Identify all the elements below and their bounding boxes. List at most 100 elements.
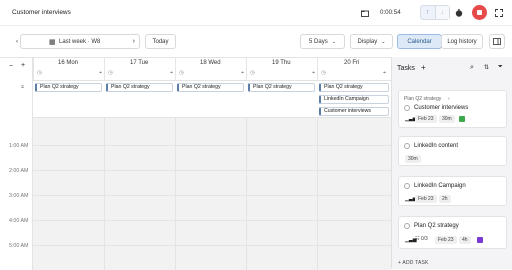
tasks-title: Tasks <box>397 65 415 72</box>
minus-icon[interactable]: − <box>9 63 13 70</box>
tag-icon: ⌖ <box>170 70 174 76</box>
today-button[interactable]: Today <box>145 34 176 49</box>
task-title: Plan Q2 strategy <box>414 223 459 229</box>
time-gutter: − + ⌅ <box>0 58 33 270</box>
arrow-down-icon[interactable]: ↓ <box>434 6 449 19</box>
view-days-select[interactable]: 5 Days ⌄ <box>300 34 345 49</box>
day-header: 20 Fri <box>344 60 360 66</box>
expand-icon[interactable] <box>493 6 505 20</box>
plus-icon[interactable]: + <box>21 62 25 69</box>
timer-icon[interactable] <box>453 6 465 20</box>
stop-record-button[interactable] <box>472 5 487 20</box>
duration-badge[interactable]: 4h <box>459 236 471 244</box>
task-card[interactable]: Plan Q2 strategy › Customer interviews ▁… <box>398 90 507 128</box>
hour-line <box>33 220 391 221</box>
tag-icon <box>459 116 465 122</box>
task-card[interactable]: LinkedIn Campaign ▁▃▅ Feb 23 2h <box>398 176 507 206</box>
day-header: 18 Wed <box>200 60 221 66</box>
task-checkbox[interactable] <box>404 183 410 189</box>
folder-icon[interactable] <box>359 6 371 20</box>
sort-icon[interactable]: ⇅ <box>484 64 489 71</box>
due-date-badge[interactable]: Feb 23 <box>415 115 437 123</box>
next-week-icon[interactable]: › <box>133 38 135 45</box>
collapse-icon[interactable]: ⌅ <box>20 83 25 90</box>
calendar-icon: ▦ <box>49 39 56 46</box>
tag-icon: ⌖ <box>241 70 245 76</box>
tag-icon: ⌖ <box>99 70 103 76</box>
display-select[interactable]: Display ⌄ <box>350 34 393 49</box>
event-chip[interactable]: Plan Q2 strategy <box>248 83 315 92</box>
event-chip[interactable]: Plan Q2 strategy <box>177 83 244 92</box>
hour-line <box>33 170 391 171</box>
tab-log-history[interactable]: Log history <box>441 34 483 49</box>
task-card[interactable]: Plan Q2 strategy ▁▃▅ ☷ 0/3 Feb 23 4h <box>398 216 507 249</box>
duration-badge[interactable]: 30m <box>439 115 455 123</box>
display-label: Display <box>357 38 378 45</box>
due-date-badge[interactable]: Feb 23 <box>435 236 457 244</box>
chevron-right-icon: › <box>448 96 450 102</box>
filter-icon[interactable]: ⏷ <box>498 64 503 71</box>
hour-line <box>33 145 391 146</box>
chevron-down-icon: ⌄ <box>381 38 386 45</box>
title-bar: Customer interviews 0:00:54 ↑ ↓ <box>0 0 512 26</box>
event-chip[interactable]: Plan Q2 strategy <box>35 83 102 92</box>
all-day-row: Plan Q2 strategy Plan Q2 strategy Plan Q… <box>33 80 391 118</box>
timer-display: 0:00:54 <box>380 9 401 16</box>
tag-icon <box>477 237 483 243</box>
hour-label: 1:00 AM <box>9 143 29 149</box>
hour-line <box>33 195 391 196</box>
app-title: Customer interviews <box>12 9 71 16</box>
day-header: 19 Thu <box>272 60 291 66</box>
due-date-badge[interactable]: Feb 23 <box>415 195 437 203</box>
search-icon[interactable]: ⌕ <box>470 64 474 72</box>
event-chip[interactable]: Plan Q2 strategy <box>319 83 389 92</box>
task-title: LinkedIn Campaign <box>414 183 466 189</box>
timer-icon: ◷ <box>179 70 184 76</box>
date-range-label: Last week · W8 <box>59 39 101 45</box>
parent-task-label: Plan Q2 strategy <box>404 96 442 102</box>
tasks-panel: Tasks + ⌕ ⇅ ⏷ Plan Q2 strategy › Custome… <box>391 57 512 269</box>
hour-grid[interactable] <box>33 118 391 270</box>
add-task-button[interactable]: + ADD TASK <box>398 260 429 266</box>
calendar-grid: − + ⌅ 16 Mon 17 Tue 18 Wed 19 Thu 20 Fri… <box>0 57 391 270</box>
column-divider <box>246 118 247 270</box>
subtasks-icon: ☷ <box>415 236 420 242</box>
task-checkbox[interactable] <box>404 223 410 229</box>
view-days-label: 5 Days <box>309 38 328 45</box>
duration-badge[interactable]: 30m <box>405 155 421 163</box>
hour-label: 3:00 AM <box>9 193 29 199</box>
date-range-picker[interactable]: ▦ Last week · W8 › <box>20 34 140 49</box>
stop-icon <box>477 10 482 15</box>
hour-line <box>33 245 391 246</box>
day-header: 16 Mon <box>58 60 79 66</box>
tag-icon: ⌖ <box>383 70 387 76</box>
event-chip[interactable]: LinkedIn Campaign <box>319 95 389 104</box>
task-card[interactable]: LinkedIn content 30m <box>398 136 507 166</box>
event-chip[interactable]: Customer interviews <box>319 107 389 116</box>
hour-label: 2:00 AM <box>9 168 29 174</box>
column-divider <box>104 118 105 270</box>
tab-calendar[interactable]: Calendar <box>397 34 442 49</box>
hour-label: 5:00 AM <box>9 243 29 249</box>
task-title: Customer interviews <box>414 105 469 111</box>
timer-icon: ◷ <box>108 70 113 76</box>
timer-icon: ◷ <box>321 70 326 76</box>
timer-controls[interactable]: ↑ ↓ <box>420 5 450 20</box>
add-task-icon[interactable]: + <box>421 63 426 72</box>
duration-badge[interactable]: 2h <box>439 195 451 203</box>
task-checkbox[interactable] <box>404 143 410 149</box>
day-header: 17 Tue <box>130 60 149 66</box>
task-title: LinkedIn content <box>414 143 459 149</box>
timer-icon: ◷ <box>37 70 42 76</box>
chevron-down-icon: ⌄ <box>331 38 336 45</box>
hour-label: 4:00 AM <box>9 218 29 224</box>
panel-toggle-icon[interactable] <box>489 34 505 49</box>
column-divider <box>175 118 176 270</box>
task-checkbox[interactable] <box>404 105 410 111</box>
arrow-up-icon[interactable]: ↑ <box>421 6 435 19</box>
tag-icon: ⌖ <box>312 70 316 76</box>
timer-icon: ◷ <box>250 70 255 76</box>
subtask-count-label: 0/3 <box>420 236 428 242</box>
subtask-count: ☷ 0/3 <box>415 236 428 242</box>
event-chip[interactable]: Plan Q2 strategy <box>106 83 173 92</box>
